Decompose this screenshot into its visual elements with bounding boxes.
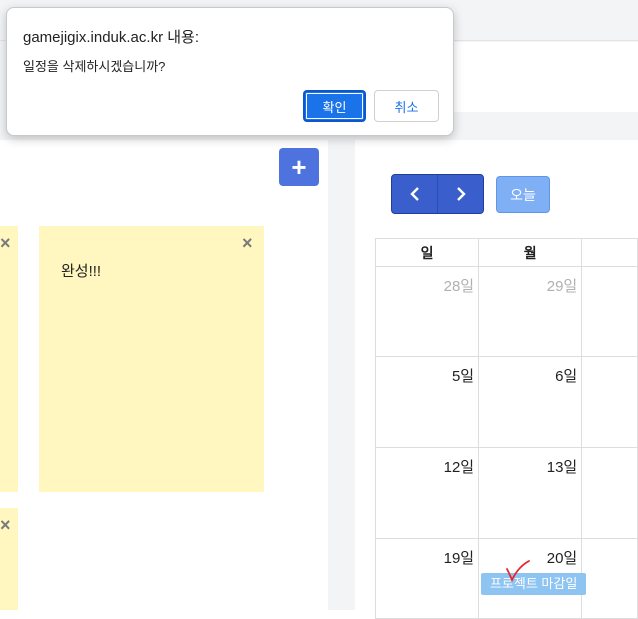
cancel-button[interactable]: 취소 xyxy=(374,90,439,122)
day-cell[interactable]: 12일 xyxy=(374,447,480,539)
day-number: 12일 xyxy=(443,459,475,476)
weekday-header: 일 xyxy=(374,238,480,267)
day-cell[interactable] xyxy=(581,447,638,539)
header-panel xyxy=(454,42,638,112)
today-button[interactable]: 오늘 xyxy=(496,176,550,213)
day-cell[interactable] xyxy=(581,266,638,357)
day-number: 29일 xyxy=(546,278,578,295)
sticky-note: × xyxy=(0,226,18,492)
dialog-message: 일정을 삭제하시겠습니까? xyxy=(23,59,166,74)
dialog-title: gamejigix.induk.ac.kr 내용: xyxy=(23,29,199,46)
ok-button[interactable]: 확인 xyxy=(303,90,366,122)
calendar-grid: 일 월 28일 29일 5일 6일 12일 13일 19일 20일 프로젝트 마… xyxy=(374,238,638,619)
day-cell[interactable] xyxy=(581,356,638,448)
day-cell[interactable]: 28일 xyxy=(374,266,480,357)
prev-month-button[interactable] xyxy=(392,175,438,213)
calendar-week-row: 5일 6일 xyxy=(374,356,638,448)
close-icon[interactable]: × xyxy=(242,234,253,252)
chevron-right-icon xyxy=(456,187,466,201)
weekday-header: 월 xyxy=(478,238,583,267)
calendar-event[interactable]: 프로젝트 마감일 xyxy=(481,573,587,595)
calendar-week-row: 12일 13일 xyxy=(374,447,638,539)
close-icon[interactable]: × xyxy=(0,516,11,534)
sticky-note: × 완성!!! xyxy=(39,226,264,492)
day-cell[interactable]: 13일 xyxy=(478,447,583,539)
day-number xyxy=(582,267,637,275)
note-text[interactable]: 완성!!! xyxy=(61,260,101,281)
day-number xyxy=(582,539,637,547)
chevron-left-icon xyxy=(409,187,419,201)
day-number: 13일 xyxy=(546,459,578,476)
day-cell[interactable]: 6일 xyxy=(478,356,583,448)
day-number: 28일 xyxy=(443,278,475,295)
checkmark-annotation-icon xyxy=(506,560,530,583)
day-cell[interactable]: 19일 xyxy=(374,538,480,619)
calendar-week-row: 28일 29일 xyxy=(374,266,638,357)
next-month-button[interactable] xyxy=(438,175,483,213)
day-cell[interactable]: 5일 xyxy=(374,356,480,448)
day-number xyxy=(582,448,637,456)
close-icon[interactable]: × xyxy=(0,234,11,252)
day-number: 19일 xyxy=(443,550,475,567)
day-number: 6일 xyxy=(555,368,578,385)
add-note-button[interactable]: + xyxy=(279,148,319,186)
day-number xyxy=(582,357,637,365)
confirm-dialog: gamejigix.induk.ac.kr 내용: 일정을 삭제하시겠습니까? … xyxy=(6,7,454,136)
weekday-header xyxy=(581,238,638,267)
day-number: 5일 xyxy=(451,368,475,385)
weekday-header-row: 일 월 xyxy=(374,238,638,267)
day-cell[interactable] xyxy=(581,538,638,619)
day-cell[interactable]: 29일 xyxy=(478,266,583,357)
month-nav-group xyxy=(391,174,484,214)
sticky-note: × xyxy=(0,508,18,610)
panel-gutter xyxy=(328,112,355,610)
